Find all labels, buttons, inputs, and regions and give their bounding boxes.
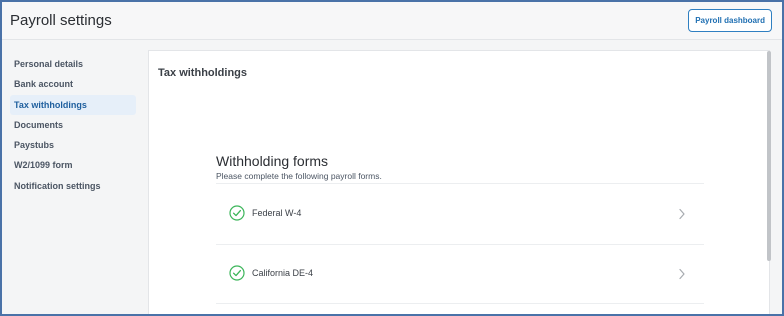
scrollbar[interactable] — [767, 51, 771, 261]
content-panel: Tax withholdings Withholding forms Pleas… — [148, 50, 770, 314]
sidebar-item-tax-withholdings[interactable]: Tax withholdings — [10, 94, 136, 115]
section-subtitle: Please complete the following payroll fo… — [216, 171, 382, 181]
payroll-dashboard-button[interactable]: Payroll dashboard — [688, 9, 772, 32]
form-label: Federal W-4 — [252, 208, 302, 218]
page-header: Payroll settings Payroll dashboard — [2, 2, 782, 40]
sidebar-item-personal-details[interactable]: Personal details — [10, 54, 136, 74]
panel-title: Tax withholdings — [158, 67, 248, 79]
sidebar-item-notification-settings[interactable]: Notification settings — [10, 176, 136, 196]
chevron-right-icon — [678, 207, 686, 220]
divider — [216, 244, 704, 245]
divider — [216, 183, 704, 184]
check-circle-icon — [229, 205, 245, 221]
form-row-federal-w4[interactable]: Federal W-4 — [216, 198, 704, 228]
section-title: Withholding forms — [216, 153, 329, 169]
page-title: Payroll settings — [10, 12, 112, 29]
chevron-right-icon — [678, 267, 686, 280]
form-label: California DE-4 — [252, 268, 314, 278]
sidebar-item-documents[interactable]: Documents — [10, 115, 136, 135]
check-circle-icon — [229, 265, 245, 281]
sidebar-item-w2-1099-form[interactable]: W2/1099 form — [10, 155, 136, 175]
app-window: Payroll settings Payroll dashboard Perso… — [0, 0, 784, 316]
settings-sidebar: Personal details Bank account Tax withho… — [10, 54, 136, 196]
form-row-california-de4[interactable]: California DE-4 — [216, 258, 704, 288]
sidebar-item-bank-account[interactable]: Bank account — [10, 74, 136, 94]
divider — [216, 303, 704, 304]
sidebar-item-paystubs[interactable]: Paystubs — [10, 135, 136, 155]
